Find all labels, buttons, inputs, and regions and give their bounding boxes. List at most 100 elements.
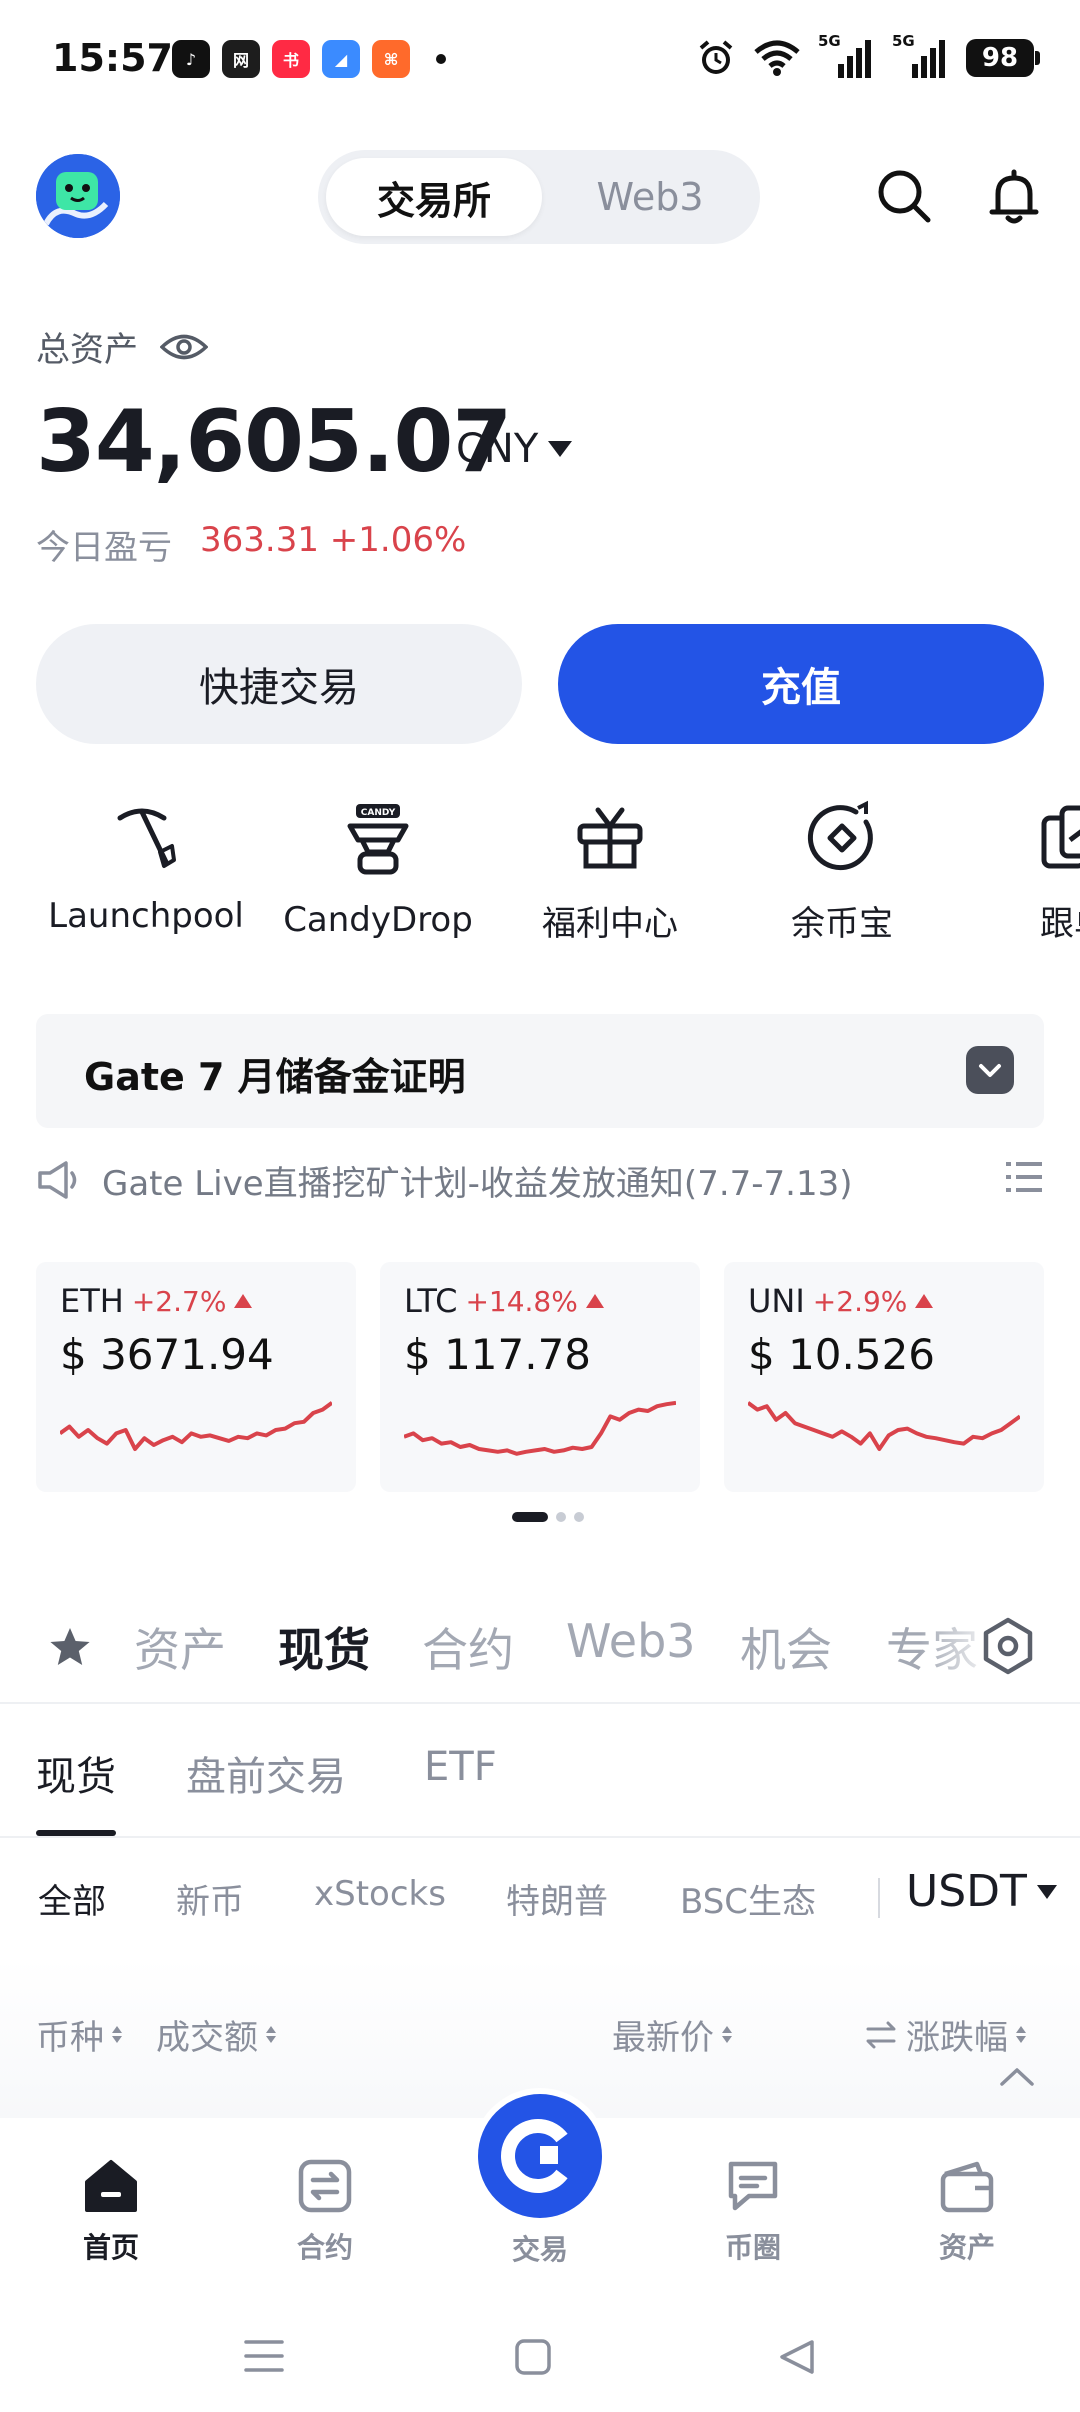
entry-launchpool[interactable]: Launchpool xyxy=(36,800,256,936)
nav-label: 币圈 xyxy=(724,2231,781,2264)
tab-web3-market[interactable]: Web3 xyxy=(566,1614,696,1668)
entry-rewards-center[interactable]: 福利中心 xyxy=(500,800,720,945)
total-assets-text: 总资产 xyxy=(36,330,138,370)
ticker-card-uni[interactable]: UNI +2.9% $ 10.526 xyxy=(724,1262,1044,1492)
alarm-icon xyxy=(699,40,733,74)
ticker-price: $ 117.78 xyxy=(404,1330,592,1379)
nav-futures[interactable]: 合约 xyxy=(260,2156,390,2266)
notification-dot xyxy=(436,54,446,64)
up-arrow-icon xyxy=(234,1294,253,1308)
subtab-premarket[interactable]: 盘前交易 xyxy=(186,1744,346,1802)
signal-icon xyxy=(838,40,871,78)
col-coin[interactable]: 币种 xyxy=(36,2010,122,2059)
status-bar: 15:57 ♪ 网 书 ◢ ⌘ 5G 5G 98 xyxy=(0,0,1080,120)
filter-new-coins[interactable]: 新币 xyxy=(176,1874,244,1923)
nav-assets[interactable]: 资产 xyxy=(902,2156,1032,2266)
avatar[interactable] xyxy=(36,154,120,238)
search-icon[interactable] xyxy=(874,166,934,226)
sort-icon xyxy=(266,2026,276,2043)
settings-hex-icon[interactable] xyxy=(978,1616,1038,1676)
col-change[interactable]: 涨跌幅 xyxy=(864,2010,1026,2059)
sparkline xyxy=(404,1400,676,1456)
tab-exchange[interactable]: 交易所 xyxy=(326,158,542,236)
filter-all[interactable]: 全部 xyxy=(38,1874,106,1923)
quote-currency-label: USDT xyxy=(906,1866,1027,1917)
candy-badge-text: CANDY xyxy=(361,808,396,818)
col-volume-label: 成交额 xyxy=(156,2018,258,2058)
signal-icon xyxy=(912,40,945,78)
entry-label: Launchpool xyxy=(48,896,244,936)
ticker-change: +14.8% xyxy=(465,1284,578,1318)
futures-icon xyxy=(298,2159,352,2213)
quote-currency-selector[interactable]: USDT xyxy=(906,1866,1057,1917)
deposit-button[interactable]: 充值 xyxy=(558,624,1044,744)
trade-label: 交易 xyxy=(511,2233,568,2266)
tab-assets[interactable]: 资产 xyxy=(134,1614,226,1680)
caret-down-icon xyxy=(1036,1884,1057,1899)
filter-trump[interactable]: 特朗普 xyxy=(506,1874,608,1923)
chevron-down-icon xyxy=(979,1064,1001,1077)
list-icon[interactable] xyxy=(1006,1160,1042,1194)
tab-spot[interactable]: 现货 xyxy=(278,1614,370,1680)
swap-icon[interactable] xyxy=(864,2021,898,2049)
announcement-bar[interactable]: Gate Live直播挖矿计划-收益发放通知(7.7-7.13) xyxy=(36,1152,1044,1208)
today-pnl: 今日盈亏 363.31 +1.06% xyxy=(36,520,466,569)
col-last-price[interactable]: 最新价 xyxy=(612,2010,732,2059)
entry-label: 福利中心 xyxy=(542,904,678,944)
speaker-icon xyxy=(38,1161,77,1199)
carousel-dot-active xyxy=(512,1512,548,1522)
gift-icon xyxy=(577,807,643,869)
carousel-dot xyxy=(574,1512,584,1522)
news-app-icon: 网 xyxy=(222,40,260,78)
filter-xstocks[interactable]: xStocks xyxy=(314,1874,446,1914)
signal-5g-2: 5G xyxy=(892,32,950,78)
entry-candydrop[interactable]: CANDY CandyDrop xyxy=(268,800,488,940)
divider xyxy=(0,1836,1080,1838)
trade-button[interactable] xyxy=(478,2094,602,2218)
tab-futures[interactable]: 合约 xyxy=(422,1614,514,1680)
entry-copy-trading[interactable]: 跟单 xyxy=(964,800,1080,945)
ticker-header: ETH +2.7% xyxy=(60,1282,253,1320)
status-indicators: 5G 5G 98 xyxy=(696,32,1040,78)
ticker-symbol: LTC xyxy=(404,1282,458,1320)
nav-community[interactable]: 币圈 xyxy=(688,2156,818,2266)
ticker-symbol: ETH xyxy=(60,1282,124,1320)
quick-entries: Launchpool CANDY CandyDrop 福利中心 余币宝 跟 xyxy=(0,800,1080,960)
reserve-proof-banner[interactable]: Gate 7 月储备金证明 xyxy=(36,1014,1044,1128)
system-navigation xyxy=(0,2296,1080,2412)
col-volume[interactable]: 成交额 xyxy=(156,2010,276,2059)
ticker-header: LTC +14.8% xyxy=(404,1282,604,1320)
subtab-etf[interactable]: ETF xyxy=(424,1744,497,1790)
pickaxe-icon xyxy=(117,808,176,868)
tab-opportunities[interactable]: 机会 xyxy=(740,1614,832,1680)
back-icon[interactable] xyxy=(778,2338,816,2376)
subtab-spot[interactable]: 现货 xyxy=(36,1744,116,1802)
filter-separator xyxy=(878,1878,880,1918)
ticker-card-ltc[interactable]: LTC +14.8% $ 117.78 xyxy=(380,1262,700,1492)
entry-yubibao[interactable]: 余币宝 xyxy=(732,800,952,945)
sparkline xyxy=(60,1401,332,1451)
ticker-card-eth[interactable]: ETH +2.7% $ 3671.94 xyxy=(36,1262,356,1492)
bell-icon[interactable] xyxy=(984,166,1044,226)
tab-web3[interactable]: Web3 xyxy=(550,158,750,236)
blue-app-icon: ◢ xyxy=(322,40,360,78)
pnl-value: 363.31 +1.06% xyxy=(200,520,467,560)
carousel-dot xyxy=(556,1512,566,1522)
ticker-price: $ 10.526 xyxy=(748,1330,936,1379)
ticker-change: +2.9% xyxy=(812,1284,908,1318)
mascot-avatar-icon xyxy=(36,154,120,238)
currency-selector[interactable]: CNY xyxy=(456,426,573,472)
filter-bsc[interactable]: BSC生态 xyxy=(680,1874,816,1923)
announcement-text: Gate Live直播挖矿计划-收益发放通知(7.7-7.13) xyxy=(102,1163,853,1204)
chevron-up-icon[interactable] xyxy=(998,2066,1036,2088)
star-icon[interactable] xyxy=(48,1626,92,1668)
nav-home[interactable]: 首页 xyxy=(46,2156,176,2266)
ticker-price: $ 3671.94 xyxy=(60,1330,274,1379)
ticker-symbol: UNI xyxy=(748,1282,805,1320)
nav-label: 合约 xyxy=(296,2231,353,2264)
menu-icon[interactable] xyxy=(244,2338,284,2374)
quick-trade-button[interactable]: 快捷交易 xyxy=(36,624,522,744)
eye-icon[interactable] xyxy=(160,332,208,362)
expand-button[interactable] xyxy=(966,1046,1014,1094)
home-square-icon[interactable] xyxy=(514,2338,552,2376)
